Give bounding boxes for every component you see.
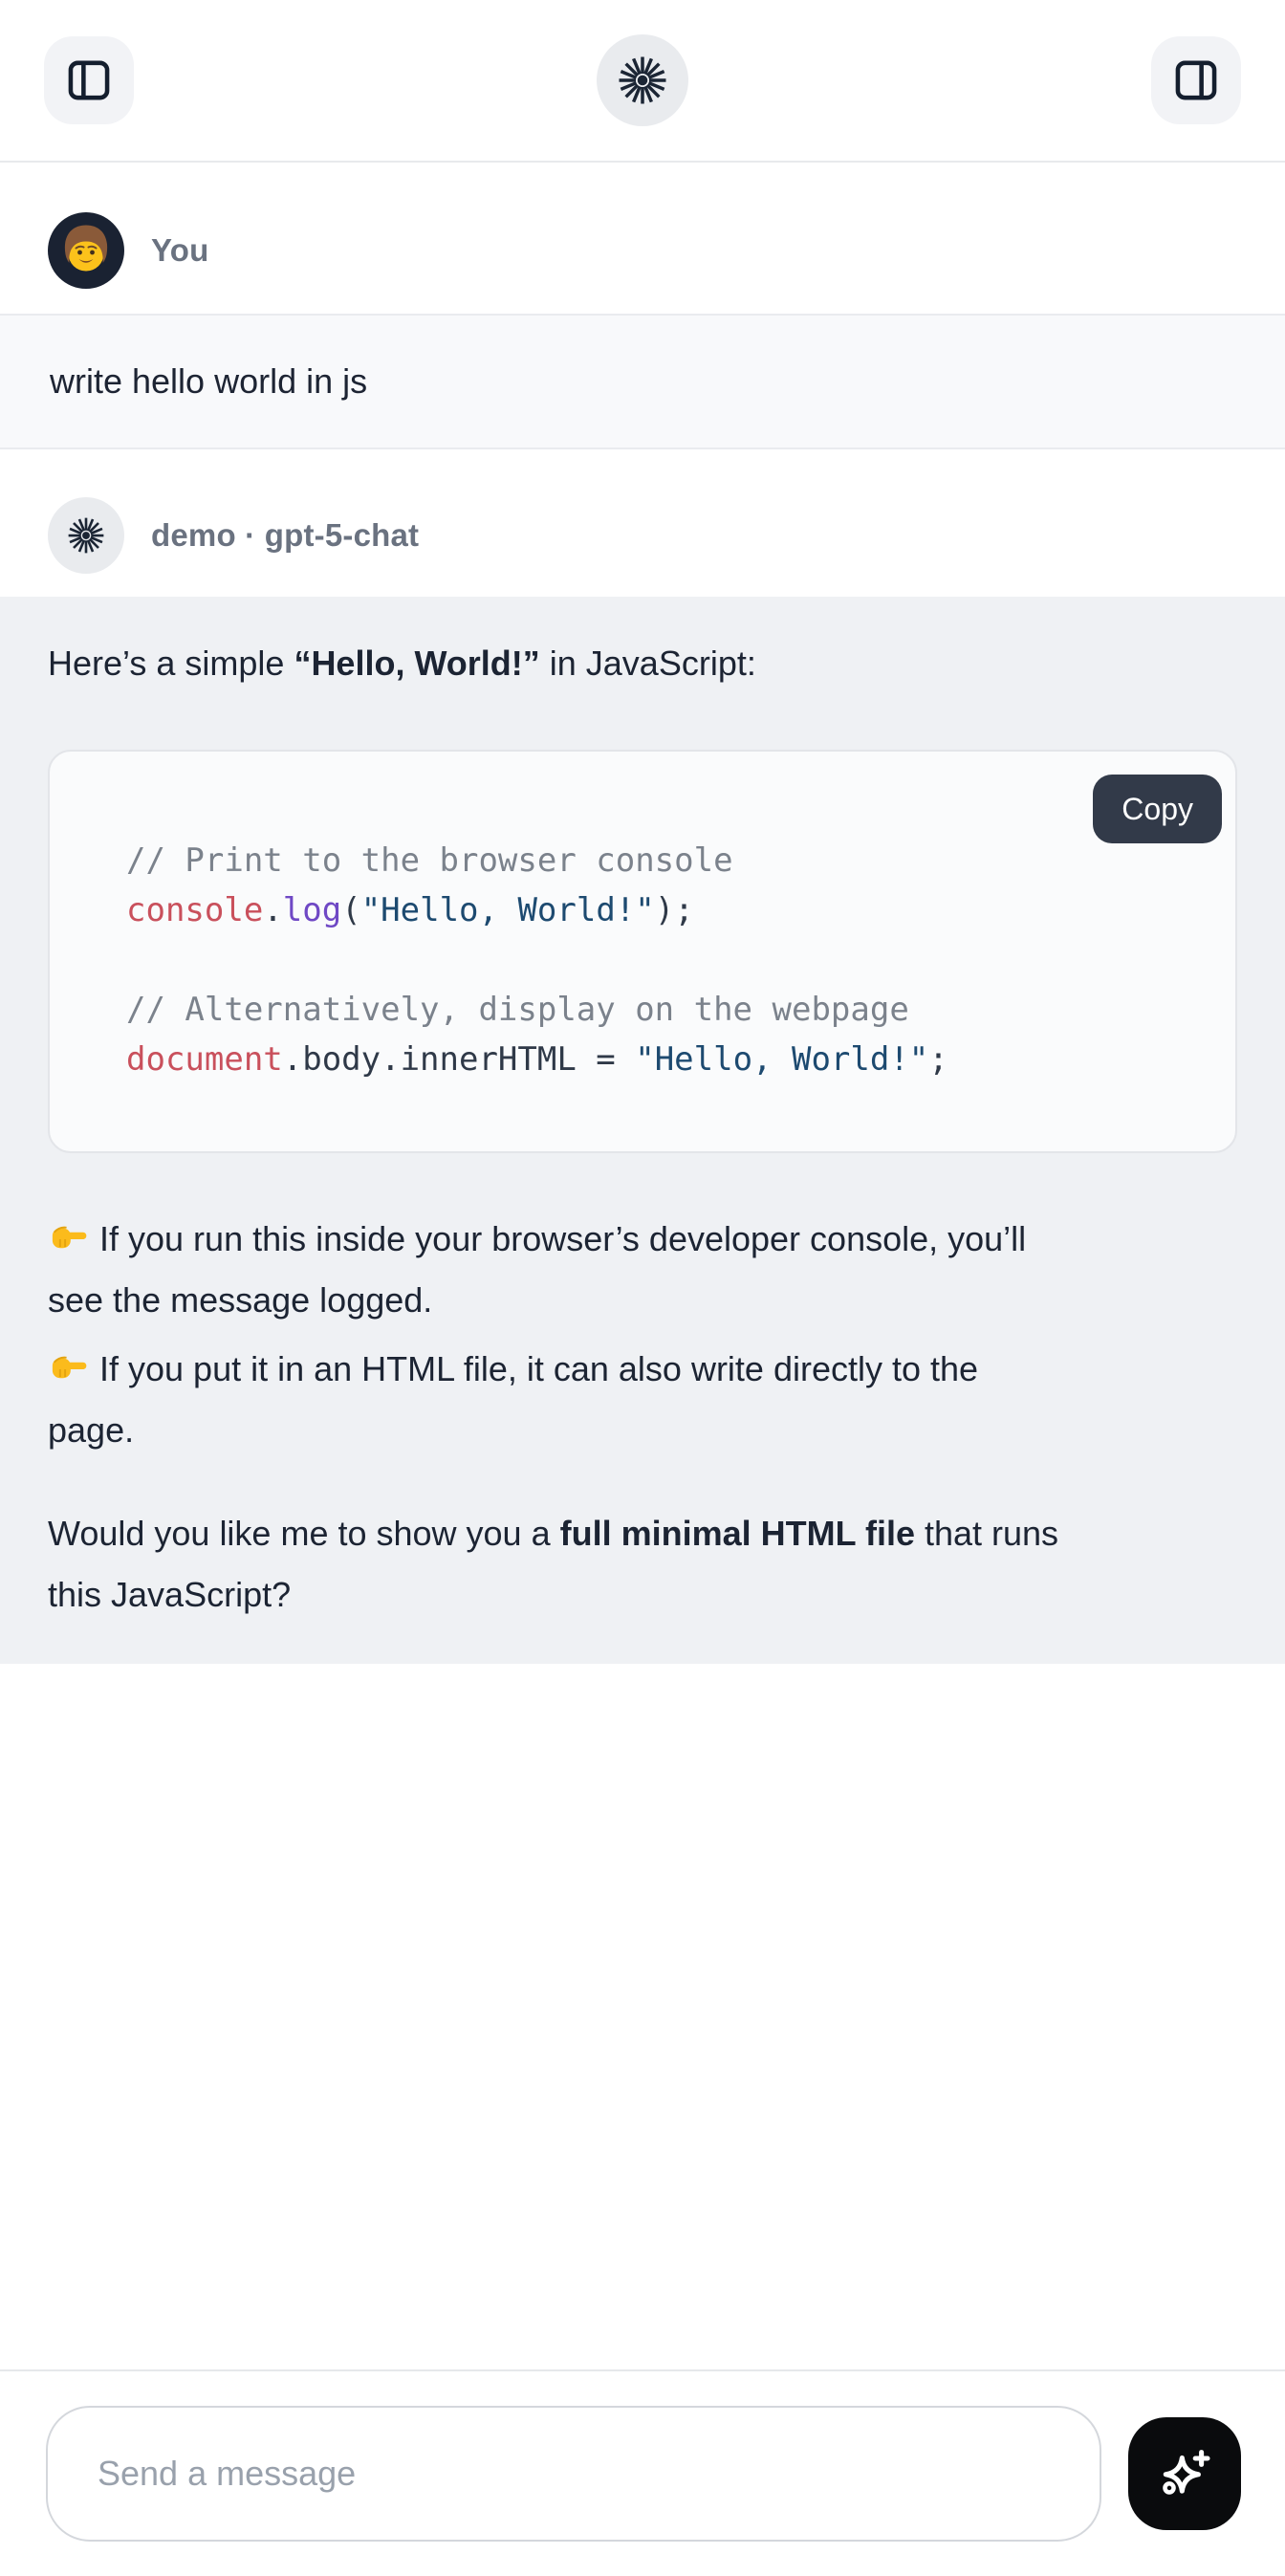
panel-left-icon — [64, 55, 114, 105]
starburst-icon — [616, 54, 669, 107]
assistant-message: Here’s a simple “Hello, World!” in JavaS… — [0, 597, 1285, 1664]
starburst-icon — [66, 515, 106, 556]
app-logo-button[interactable] — [597, 34, 688, 126]
code-content: // Print to the browser console console.… — [126, 841, 948, 1079]
right-panel-toggle-button[interactable] — [1151, 36, 1241, 124]
send-button[interactable] — [1128, 2417, 1241, 2530]
code-block: Copy // Print to the browser console con… — [48, 750, 1237, 1153]
copy-code-button[interactable]: Copy — [1093, 775, 1222, 843]
assistant-turn-header: demo · gpt-5-chat — [0, 497, 1285, 574]
user-message: write hello world in js — [0, 314, 1285, 449]
code-pre: // Print to the browser console console.… — [126, 836, 1207, 1084]
composer-bar — [0, 2369, 1285, 2576]
assistant-avatar — [48, 497, 124, 574]
panel-right-icon — [1171, 55, 1221, 105]
pointing-right-emoji — [48, 1215, 90, 1257]
user-message-text: write hello world in js — [50, 361, 367, 402]
intro-paragraph: Here’s a simple “Hello, World!” in JavaS… — [48, 633, 1237, 694]
followup-question-paragraph: Would you like me to show you a full min… — [48, 1503, 1237, 1626]
tip-paragraph-2: If you put it in an HTML file, it can al… — [48, 1339, 1237, 1461]
tip-paragraph-1: If you run this inside your browser’s de… — [48, 1209, 1237, 1331]
user-turn-header: You — [0, 212, 1285, 289]
person-emoji-icon — [48, 212, 124, 289]
user-avatar — [48, 212, 124, 289]
top-bar — [0, 0, 1285, 163]
user-author-label: You — [151, 232, 208, 269]
sidebar-toggle-button[interactable] — [44, 36, 134, 124]
assistant-author-label: demo · gpt-5-chat — [151, 517, 419, 554]
message-input[interactable] — [46, 2406, 1101, 2542]
sparkle-icon — [1154, 2443, 1215, 2504]
chat-thread: You write hello world in js demo · gpt-5… — [0, 212, 1285, 1664]
pointing-right-emoji — [48, 1345, 90, 1387]
